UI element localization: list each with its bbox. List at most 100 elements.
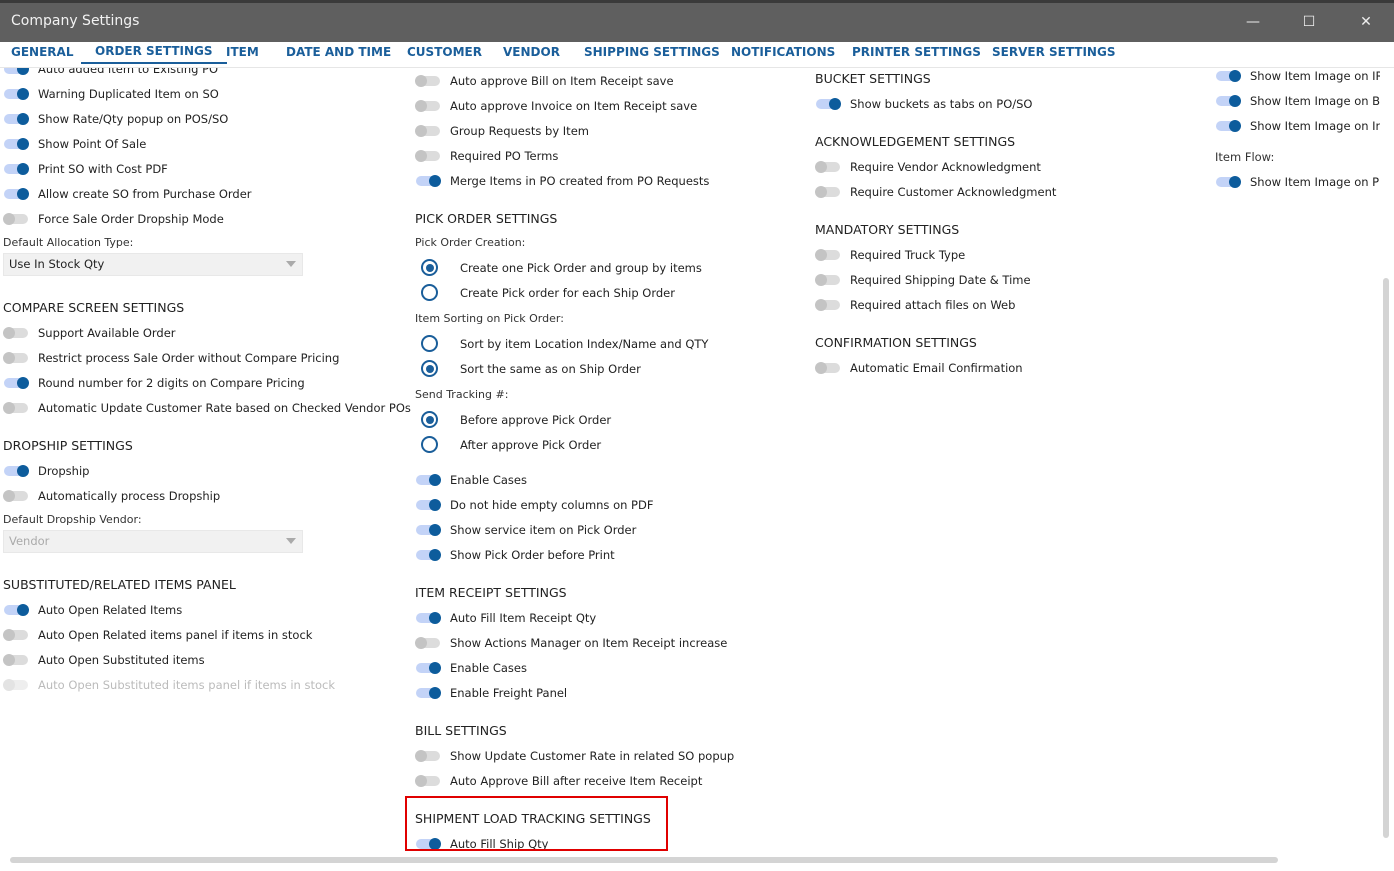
toggle-switch[interactable] — [415, 774, 440, 787]
dropdown-select[interactable]: Use In Stock Qty — [3, 253, 303, 276]
tab-item[interactable]: ITEM — [226, 45, 259, 59]
toggle-switch[interactable] — [3, 628, 28, 641]
setting-label: Before approve Pick Order — [460, 412, 612, 427]
toggle-switch[interactable] — [415, 124, 440, 137]
toggle-switch[interactable] — [3, 326, 28, 339]
toggle-switch[interactable] — [4, 464, 29, 477]
toggle-switch[interactable] — [4, 603, 29, 616]
chevron-down-icon — [286, 261, 296, 267]
toggle-row-auto-approve-bill-after-receive-item-receipt: Auto Approve Bill after receive Item Rec… — [415, 768, 805, 793]
vertical-scroll-thumb[interactable] — [1383, 278, 1389, 838]
toggle-row-show-rate-qty-popup-on-pos-so: Show Rate/Qty popup on POS/SO — [3, 106, 403, 131]
highlight-box — [405, 796, 668, 851]
setting-label: Sort by item Location Index/Name and QTY — [460, 336, 709, 351]
toggle-switch[interactable] — [415, 74, 440, 87]
maximize-button[interactable]: ☐ — [1294, 11, 1324, 33]
toggle-row-dropship: Dropship — [3, 458, 403, 483]
setting-label: Show service item on Pick Order — [450, 522, 637, 537]
toggle-switch[interactable] — [416, 498, 441, 511]
settings-column-4: Show Item Image on IR PDF Show Item Image… — [1215, 68, 1380, 194]
setting-label: Require Customer Acknowledgment — [850, 184, 1057, 199]
radio-button[interactable] — [421, 411, 438, 428]
toggle-switch[interactable] — [815, 273, 840, 286]
toggle-switch[interactable] — [3, 212, 28, 225]
dropdown-select[interactable]: Vendor — [3, 530, 303, 553]
toggle-switch[interactable] — [416, 473, 441, 486]
radio-button[interactable] — [421, 360, 438, 377]
toggle-switch[interactable] — [815, 160, 840, 173]
setting-label: Show Actions Manager on Item Receipt inc… — [450, 635, 728, 650]
toggle-row-automatic-email-confirmation: Automatic Email Confirmation — [815, 355, 1205, 380]
toggle-switch[interactable] — [4, 162, 29, 175]
tab-shipping-settings[interactable]: SHIPPING SETTINGS — [584, 45, 720, 59]
toggle-row-warning-duplicated-item-on-so: Warning Duplicated Item on SO — [3, 81, 403, 106]
toggle-switch[interactable] — [4, 376, 29, 389]
toggle-switch[interactable] — [815, 361, 840, 374]
dropdown-row: Use In Stock Qty — [3, 253, 403, 276]
radio-row-before-approve-pick-order: Before approve Pick Order — [415, 407, 805, 432]
horizontal-scroll-thumb[interactable] — [10, 857, 1278, 863]
tab-customer[interactable]: CUSTOMER — [407, 45, 482, 59]
toggle-switch[interactable] — [3, 351, 28, 364]
toggle-switch[interactable] — [1216, 94, 1241, 107]
setting-label: Send Tracking #: — [415, 388, 509, 401]
toggle-switch[interactable] — [815, 248, 840, 261]
close-button[interactable]: ✕ — [1351, 11, 1381, 33]
tab-server-settings[interactable]: SERVER SETTINGS — [992, 45, 1115, 59]
tab-general[interactable]: GENERAL — [11, 45, 73, 59]
horizontal-scrollbar[interactable] — [0, 856, 1380, 864]
minimize-button[interactable]: — — [1238, 11, 1268, 33]
toggle-switch[interactable] — [4, 137, 29, 150]
toggle-switch[interactable] — [3, 653, 28, 666]
toggle-switch[interactable] — [1216, 119, 1241, 132]
toggle-switch[interactable] — [416, 611, 441, 624]
tab-notifications[interactable]: NOTIFICATIONS — [731, 45, 835, 59]
toggle-switch[interactable] — [416, 548, 441, 561]
setting-label: Require Vendor Acknowledgment — [850, 159, 1041, 174]
vertical-scrollbar[interactable] — [1382, 68, 1390, 858]
toggle-switch[interactable] — [415, 749, 440, 762]
setting-label: Show Rate/Qty popup on POS/SO — [38, 111, 229, 126]
radio-button[interactable] — [421, 335, 438, 352]
toggle-switch[interactable] — [416, 523, 441, 536]
toggle-switch[interactable] — [416, 661, 441, 674]
section-title: BILL SETTINGS — [415, 723, 507, 738]
toggle-switch[interactable] — [3, 401, 28, 414]
setting-label: Show Point Of Sale — [38, 136, 147, 151]
tab-printer-settings[interactable]: PRINTER SETTINGS — [852, 45, 981, 59]
toggle-switch[interactable] — [4, 68, 29, 75]
radio-button[interactable] — [421, 259, 438, 276]
radio-button[interactable] — [421, 436, 438, 453]
toggle-switch[interactable] — [4, 187, 29, 200]
settings-column-3: BUCKET SETTINGS Show buckets as tabs on P… — [815, 68, 1205, 380]
tab-date-and-time[interactable]: DATE AND TIME — [286, 45, 391, 59]
toggle-switch[interactable] — [4, 112, 29, 125]
radio-row-after-approve-pick-order: After approve Pick Order — [415, 432, 805, 457]
toggle-row-allow-create-so-from-purchase-order: Allow create SO from Purchase Order — [3, 181, 403, 206]
toggle-switch[interactable] — [415, 149, 440, 162]
toggle-switch[interactable] — [415, 99, 440, 112]
toggle-switch[interactable] — [416, 686, 441, 699]
section-header: BILL SETTINGS — [415, 718, 805, 743]
setting-label: Automatic Update Customer Rate based on … — [38, 400, 411, 415]
toggle-switch[interactable] — [415, 636, 440, 649]
setting-label: Group Requests by Item — [450, 123, 589, 138]
radio-button[interactable] — [421, 284, 438, 301]
toggle-switch[interactable] — [4, 87, 29, 100]
tab-vendor[interactable]: VENDOR — [503, 45, 560, 59]
toggle-switch[interactable] — [1216, 69, 1241, 82]
toggle-switch[interactable] — [815, 298, 840, 311]
setting-label: Required Shipping Date & Time — [850, 272, 1031, 287]
toggle-switch[interactable] — [816, 97, 841, 110]
toggle-switch[interactable] — [3, 489, 28, 502]
toggle-row-auto-fill-item-receipt-qty: Auto Fill Item Receipt Qty — [415, 605, 805, 630]
toggle-row-required-shipping-date-time: Required Shipping Date & Time — [815, 267, 1205, 292]
section-header: ITEM RECEIPT SETTINGS — [415, 580, 805, 605]
setting-label: Enable Cases — [450, 472, 527, 487]
setting-label: Allow create SO from Purchase Order — [38, 186, 252, 201]
tab-order-settings[interactable]: ORDER SETTINGS — [81, 44, 227, 64]
toggle-switch[interactable] — [815, 185, 840, 198]
toggle-switch[interactable] — [1216, 175, 1241, 188]
toggle-switch[interactable] — [416, 174, 441, 187]
setting-label: Show Item Image on PDF — [1250, 174, 1380, 189]
